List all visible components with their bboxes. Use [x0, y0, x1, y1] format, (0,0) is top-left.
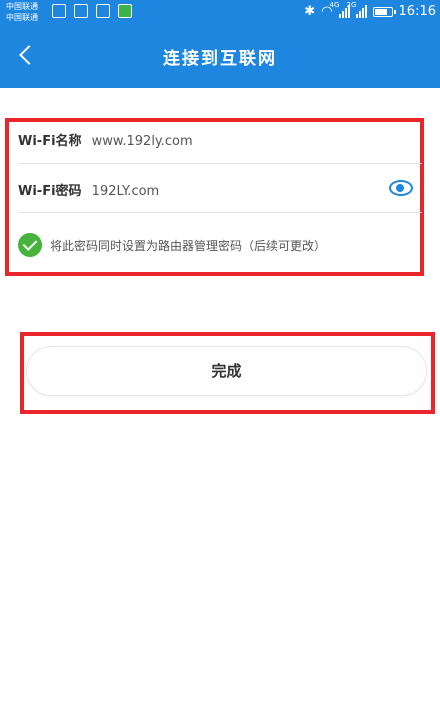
title-bar: 连接到互联网 [0, 28, 440, 88]
divider [18, 212, 422, 213]
ssid-label: Wi-Fi名称 [18, 134, 82, 149]
divider [18, 163, 422, 164]
carrier-line-2: 中国联通 [6, 13, 38, 22]
ssid-row[interactable]: Wi-Fi名称 www.192ly.com [18, 130, 422, 150]
network-type-4g: 4G [329, 1, 340, 9]
signal-2g-icon: 2G [347, 1, 367, 18]
password-row[interactable]: Wi-Fi密码 192LY.com [18, 180, 422, 200]
eye-icon[interactable] [389, 180, 413, 196]
sync-password-note: 将此密码同时设置为路由器管理密码（后续可更改） [50, 239, 327, 253]
page-title: 连接到互联网 [163, 49, 277, 69]
status-bar: 中国联通 中国联通 ✱ ◠ 4G 2G 16:16 [0, 0, 440, 28]
checkbox-checked-icon[interactable] [18, 233, 42, 257]
ssid-value[interactable]: www.192ly.com [92, 134, 193, 149]
app-header: 中国联通 中国联通 ✱ ◠ 4G 2G 16:16 连接到互联网 [0, 0, 440, 88]
bluetooth-icon: ✱ [304, 4, 316, 19]
carrier-line-1: 中国联通 [6, 2, 38, 11]
notification-icons [52, 4, 132, 18]
clock: 16:16 [398, 4, 436, 19]
password-value[interactable]: 192LY.com [92, 184, 160, 199]
weather-notification-icon [74, 4, 88, 18]
done-button[interactable]: 完成 [26, 346, 427, 396]
gallery-notification-icon [96, 4, 110, 18]
carrier-label: 中国联通 中国联通 [6, 1, 38, 23]
message-notification-icon [118, 4, 132, 18]
app-notification-icon [52, 4, 66, 18]
password-label: Wi-Fi密码 [18, 184, 82, 199]
status-right: ✱ ◠ 4G 2G 16:16 [304, 1, 436, 19]
network-type-2g: 2G [346, 1, 357, 9]
battery-icon [372, 6, 396, 17]
